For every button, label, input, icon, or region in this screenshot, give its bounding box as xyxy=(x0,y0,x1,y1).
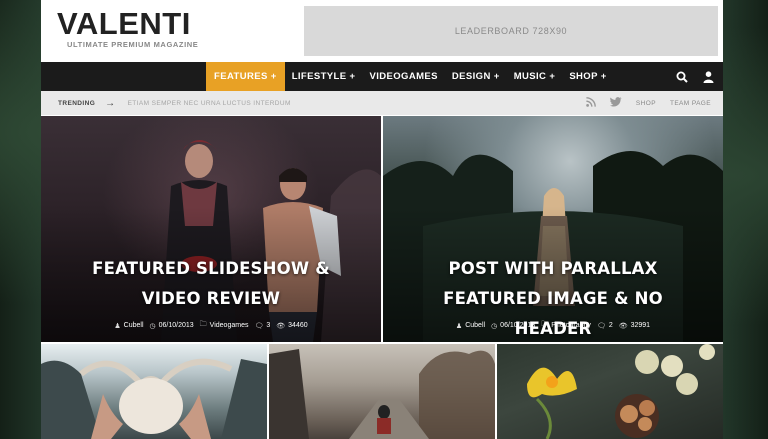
arrow-right-icon: → xyxy=(105,97,116,109)
eye-icon: 👁 xyxy=(618,322,628,330)
user-icon: ♟ xyxy=(114,322,121,330)
nav-item-videogames[interactable]: VIDEOGAMES xyxy=(362,62,444,91)
featured-row: FEATURED SLIDESHOW & VIDEO REVIEW ♟ Cubel… xyxy=(41,116,723,342)
featured-post-1[interactable]: FEATURED SLIDESHOW & VIDEO REVIEW ♟ Cubel… xyxy=(41,116,381,342)
meta-date: 06/10/2013 xyxy=(158,322,194,329)
trending-headline[interactable]: ETIAM SEMPER NEC URNA LUCTUS INTERDUM xyxy=(128,100,291,107)
top-link-team-page[interactable]: TEAM PAGE xyxy=(670,100,711,107)
meta-author[interactable]: Cubell xyxy=(465,322,485,329)
post-card-1[interactable] xyxy=(41,344,267,439)
search-icon[interactable] xyxy=(675,70,689,84)
meta-comments[interactable]: 2 xyxy=(609,322,613,329)
trending-label: TRENDING xyxy=(58,99,96,107)
post-card-2[interactable] xyxy=(269,344,495,439)
post-image-3 xyxy=(527,344,715,439)
featured-title-1[interactable]: FEATURED SLIDESHOW & VIDEO REVIEW xyxy=(61,254,361,314)
featured-meta-1: ♟ Cubell ◷ 06/10/2013 🗀 Videogames 🗨 3 👁 3446… xyxy=(41,320,381,331)
user-icon[interactable] xyxy=(701,70,715,84)
main-nav: FEATURES + LIFESTYLE + VIDEOGAMES DESIGN… xyxy=(41,62,723,91)
secondary-row xyxy=(41,344,723,439)
meta-views: 32991 xyxy=(630,322,651,329)
clock-icon: ◷ xyxy=(149,322,156,330)
eye-icon: 👁 xyxy=(276,322,286,330)
meta-category[interactable]: Photography xyxy=(551,322,591,329)
comment-icon: 🗨 xyxy=(254,322,264,330)
post-image-1 xyxy=(41,358,267,439)
meta-author[interactable]: Cubell xyxy=(124,322,144,329)
meta-date: 06/10/2013 xyxy=(500,322,536,329)
folder-icon: 🗀 xyxy=(199,321,207,328)
twitter-icon[interactable] xyxy=(609,97,622,109)
trending-bar: TRENDING → ETIAM SEMPER NEC URNA LUCTUS … xyxy=(41,91,723,115)
site-logo[interactable]: VALENTI ULTIMATE PREMIUM MAGAZINE xyxy=(57,8,202,49)
rss-icon[interactable] xyxy=(586,97,596,109)
meta-category[interactable]: Videogames xyxy=(210,322,249,329)
top-link-shop[interactable]: SHOP xyxy=(636,100,656,107)
post-image-2 xyxy=(269,349,495,439)
folder-icon: 🗀 xyxy=(541,321,549,328)
nav-item-features[interactable]: FEATURES + xyxy=(206,62,285,91)
featured-post-2[interactable]: POST WITH PARALLAX FEATURED IMAGE & NO H… xyxy=(383,116,723,342)
featured-meta-2: ♟ Cubell ◷ 06/10/2013 🗀 Photography 🗨 2 👁 329… xyxy=(383,320,723,331)
clock-icon: ◷ xyxy=(491,322,498,330)
post-card-3[interactable] xyxy=(497,344,723,439)
user-icon: ♟ xyxy=(455,322,463,330)
nav-item-shop[interactable]: SHOP + xyxy=(562,62,613,91)
nav-item-music[interactable]: MUSIC + xyxy=(507,62,563,91)
logo-tagline: ULTIMATE PREMIUM MAGAZINE xyxy=(67,40,199,49)
logo-text: VALENTI xyxy=(57,6,191,41)
leaderboard-ad[interactable]: LEADERBOARD 728X90 xyxy=(304,6,718,56)
comment-icon: 🗨 xyxy=(596,322,606,330)
meta-views: 34460 xyxy=(288,322,308,329)
leaderboard-label: LEADERBOARD 728X90 xyxy=(454,26,568,36)
nav-item-design[interactable]: DESIGN + xyxy=(445,62,507,91)
site-header: VALENTI ULTIMATE PREMIUM MAGAZINE LEADER… xyxy=(41,0,723,62)
meta-comments[interactable]: 3 xyxy=(266,322,270,329)
nav-item-lifestyle[interactable]: LIFESTYLE + xyxy=(285,62,363,91)
page-container: VALENTI ULTIMATE PREMIUM MAGAZINE LEADER… xyxy=(41,0,723,439)
